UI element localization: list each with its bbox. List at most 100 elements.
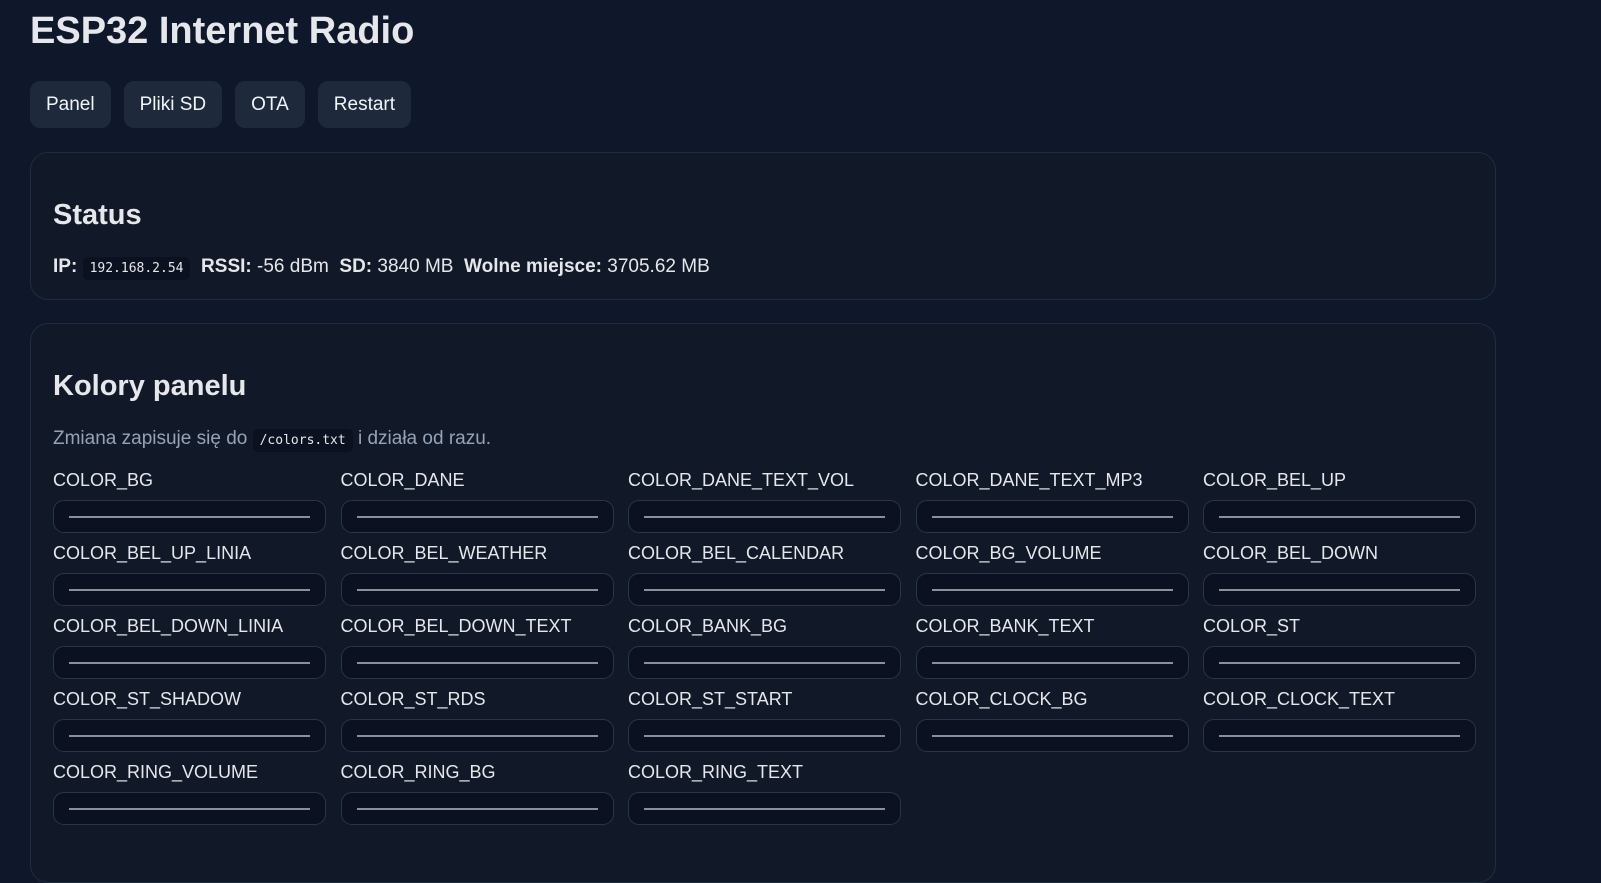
color-picker-input[interactable] — [628, 500, 901, 533]
sd-label: SD: — [339, 256, 373, 277]
color-picker-input[interactable] — [1203, 646, 1476, 679]
color-swatch — [1219, 735, 1460, 737]
ip-value: 192.168.2.54 — [82, 257, 191, 280]
color-swatch — [356, 735, 598, 737]
color-picker-input[interactable] — [628, 792, 901, 825]
color-field: COLOR_BG_VOLUME — [915, 543, 1189, 606]
color-picker-input[interactable] — [340, 719, 614, 752]
color-field: COLOR_DANE_TEXT_MP3 — [915, 470, 1189, 533]
color-field-label: COLOR_BEL_DOWN_TEXT — [340, 616, 572, 636]
status-line: IP: 192.168.2.54 RSSI: -56 dBm SD: 3840 … — [53, 256, 710, 280]
color-picker-input[interactable] — [340, 573, 614, 606]
color-field: COLOR_DANE — [340, 470, 614, 533]
color-picker-input[interactable] — [53, 792, 326, 825]
color-field: COLOR_BEL_WEATHER — [340, 543, 614, 606]
color-picker-input[interactable] — [53, 719, 326, 752]
color-field-label: COLOR_DANE — [340, 470, 465, 490]
color-field: COLOR_CLOCK_BG — [915, 689, 1189, 752]
color-picker-input[interactable] — [340, 500, 614, 533]
status-card: Status IP: 192.168.2.54 RSSI: -56 dBm SD… — [30, 152, 1496, 300]
color-swatch — [644, 735, 885, 737]
color-picker-input[interactable] — [1203, 500, 1476, 533]
color-swatch — [69, 662, 310, 664]
color-picker-input[interactable] — [915, 719, 1189, 752]
nav-restart-button[interactable]: Restart — [317, 81, 412, 128]
color-field-label: COLOR_BANK_BG — [628, 616, 788, 636]
color-picker-input[interactable] — [628, 646, 901, 679]
color-swatch — [69, 589, 310, 591]
color-swatch — [644, 516, 885, 518]
color-field: COLOR_ST_START — [628, 689, 901, 752]
color-field-label: COLOR_BEL_DOWN_LINIA — [53, 616, 284, 636]
color-field-label: COLOR_BEL_UP_LINIA — [53, 543, 252, 563]
color-field: COLOR_ST_RDS — [340, 689, 614, 752]
color-field-label: COLOR_RING_BG — [340, 762, 496, 782]
color-swatch — [1219, 516, 1460, 518]
color-swatch — [356, 589, 598, 591]
colors-card: Kolory panelu Zmiana zapisuje się do /co… — [30, 323, 1496, 883]
color-swatch — [931, 589, 1173, 591]
color-field-label: COLOR_BEL_DOWN — [1203, 543, 1379, 563]
color-field-label: COLOR_CLOCK_BG — [915, 689, 1088, 709]
color-picker-input[interactable] — [1203, 719, 1476, 752]
color-swatch — [1219, 589, 1460, 591]
color-swatch — [644, 808, 885, 810]
color-field: COLOR_ST_SHADOW — [53, 689, 326, 752]
colors-note: Zmiana zapisuje się do /colors.txt i dzi… — [53, 428, 491, 452]
color-swatch — [931, 735, 1173, 737]
status-heading: Status — [53, 199, 142, 231]
nav-ota-button[interactable]: OTA — [235, 81, 305, 128]
color-picker-input[interactable] — [628, 719, 901, 752]
free-space-label: Wolne miejsce: — [464, 256, 602, 277]
nav-panel-button[interactable]: Panel — [30, 81, 111, 128]
color-field-label: COLOR_CLOCK_TEXT — [1203, 689, 1396, 709]
nav-bar: Panel Pliki SD OTA Restart — [30, 81, 412, 128]
color-field: COLOR_BEL_DOWN — [1203, 543, 1476, 606]
color-swatch — [356, 516, 598, 518]
color-swatch — [644, 662, 885, 664]
nav-sd-files-button[interactable]: Pliki SD — [123, 81, 223, 128]
color-field-label: COLOR_BEL_CALENDAR — [628, 543, 845, 563]
color-field: COLOR_BEL_DOWN_TEXT — [340, 616, 614, 679]
color-picker-input[interactable] — [1203, 573, 1476, 606]
color-picker-input[interactable] — [53, 646, 326, 679]
color-swatch — [356, 662, 598, 664]
color-swatch — [931, 662, 1173, 664]
colors-heading: Kolory panelu — [53, 370, 247, 402]
color-swatch — [69, 808, 310, 810]
color-picker-input[interactable] — [340, 646, 614, 679]
color-picker-input[interactable] — [53, 573, 326, 606]
color-field: COLOR_BANK_BG — [628, 616, 901, 679]
color-field-label: COLOR_ST_RDS — [340, 689, 486, 709]
color-field: COLOR_RING_TEXT — [628, 762, 901, 825]
color-field-label: COLOR_BG — [53, 470, 154, 490]
color-field-label: COLOR_BEL_WEATHER — [340, 543, 548, 563]
color-picker-input[interactable] — [628, 573, 901, 606]
color-field-label: COLOR_DANE_TEXT_MP3 — [915, 470, 1143, 490]
color-field-label: COLOR_RING_TEXT — [628, 762, 804, 782]
color-field: COLOR_BEL_CALENDAR — [628, 543, 901, 606]
color-picker-input[interactable] — [53, 500, 326, 533]
note-text: Zmiana zapisuje się do — [53, 428, 248, 449]
color-field-label: COLOR_BG_VOLUME — [915, 543, 1102, 563]
rssi-value: -56 dBm — [257, 256, 329, 277]
color-field-label: COLOR_ST_SHADOW — [53, 689, 242, 709]
page-title: ESP32 Internet Radio — [30, 10, 415, 52]
color-field: COLOR_BEL_DOWN_LINIA — [53, 616, 326, 679]
color-fields-grid: COLOR_BG COLOR_DANE COLOR_DANE_TEXT_VOL COL… — [53, 470, 1476, 825]
color-field-label: COLOR_DANE_TEXT_VOL — [628, 470, 855, 490]
free-space-value: 3705.62 MB — [607, 256, 710, 277]
color-picker-input[interactable] — [915, 646, 1189, 679]
color-swatch — [644, 589, 885, 591]
color-field: COLOR_BANK_TEXT — [915, 616, 1189, 679]
color-picker-input[interactable] — [915, 500, 1189, 533]
color-field: COLOR_BEL_UP_LINIA — [53, 543, 326, 606]
color-swatch — [356, 808, 598, 810]
color-picker-input[interactable] — [340, 792, 614, 825]
color-field: COLOR_ST — [1203, 616, 1476, 679]
color-field: COLOR_BEL_UP — [1203, 470, 1476, 533]
color-swatch — [69, 735, 310, 737]
color-field-label: COLOR_RING_VOLUME — [53, 762, 259, 782]
note-file: /colors.txt — [252, 429, 353, 452]
color-picker-input[interactable] — [915, 573, 1189, 606]
